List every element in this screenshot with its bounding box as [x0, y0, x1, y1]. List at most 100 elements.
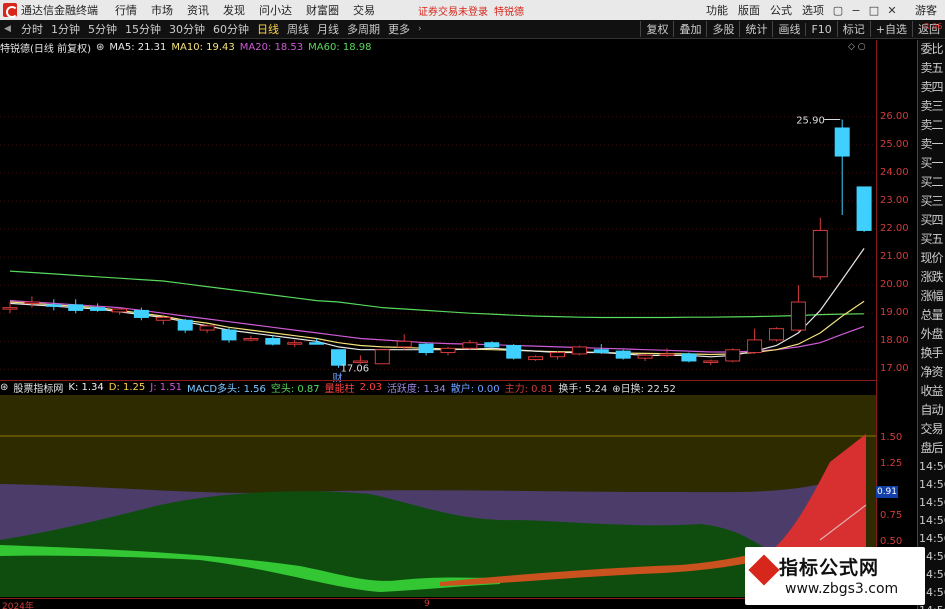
candle[interactable] [265, 335, 281, 346]
candle[interactable] [418, 342, 434, 356]
candle[interactable] [528, 355, 544, 361]
candle[interactable] [462, 339, 478, 350]
side-tab[interactable]: 卖五 [918, 59, 945, 78]
price-axis-label: 22.00 [880, 223, 909, 235]
candle[interactable] [550, 351, 565, 360]
k-value: K: 1.34 [68, 382, 104, 393]
candle[interactable] [90, 303, 106, 312]
candle[interactable] [506, 344, 522, 360]
side-tab[interactable]: 换手 [918, 344, 945, 363]
sanhu-value: 散户: 0.00 [450, 384, 500, 394]
rihuan-value: ⊕日换: 22.52 [612, 384, 676, 394]
side-tab[interactable]: 现价 [918, 249, 945, 268]
price-axis-label: 18.00 [880, 335, 909, 347]
side-tab[interactable]: 买二 [918, 173, 945, 192]
candle[interactable] [615, 349, 631, 360]
side-tab[interactable]: 买一 [918, 154, 945, 173]
price-axis-label: 21.00 [880, 251, 909, 263]
side-tab[interactable]: 卖一 [918, 135, 945, 154]
candle[interactable] [725, 348, 741, 363]
candle[interactable] [834, 119, 850, 215]
candle[interactable] [571, 345, 587, 356]
side-tab[interactable]: 卖四 [918, 78, 945, 97]
candle[interactable] [440, 346, 456, 356]
candle[interactable] [177, 318, 193, 333]
candle[interactable] [396, 334, 412, 350]
j-value: J: 1.51 [150, 382, 183, 393]
add-favorite-button[interactable]: +自选 [869, 21, 912, 37]
candle-body [681, 353, 697, 362]
ma10-line [9, 300, 865, 356]
candle[interactable] [155, 314, 171, 325]
huoyue-value: 活跃度: 1.34 [386, 384, 446, 394]
settings-icon[interactable]: ⊛ [0, 382, 8, 393]
price-axis-label: 24.00 [880, 166, 909, 178]
candle-body [24, 301, 40, 305]
price-axis-label: 20.00 [880, 279, 909, 291]
candle[interactable] [593, 344, 609, 354]
candle[interactable] [812, 217, 828, 280]
macd-value: MACD多头: 1.56 [187, 384, 266, 394]
candle[interactable] [352, 355, 368, 364]
candle-body [834, 127, 850, 157]
liang-value: 2.03 [359, 382, 382, 393]
side-tab[interactable]: 总量 [918, 306, 945, 325]
side-tab[interactable]: 买三 [918, 192, 945, 211]
side-tab[interactable]: 盘后 [918, 439, 945, 458]
candle[interactable] [769, 327, 784, 342]
time-label-year: 2024年 [2, 602, 34, 609]
close-icon[interactable]: ✕ [885, 4, 899, 17]
side-tab[interactable]: 自动 [918, 401, 945, 420]
tick-time: 14:56 [919, 514, 945, 527]
candle-body [506, 345, 522, 359]
indicator-axis-label: 0.75 [880, 510, 903, 521]
indicator-name[interactable]: 股票指标网 [13, 381, 63, 394]
side-tab[interactable]: 交易 [918, 420, 945, 439]
candle[interactable] [46, 299, 62, 311]
candle-body [528, 356, 544, 361]
candle-body [484, 342, 500, 348]
side-tab[interactable]: 收益 [918, 382, 945, 401]
candle[interactable] [484, 341, 500, 349]
candle-body [265, 338, 281, 345]
candle[interactable] [243, 335, 259, 342]
side-tab[interactable]: 涨幅 [918, 287, 945, 306]
candle[interactable] [287, 339, 303, 347]
side-tab[interactable]: 买四 [918, 211, 945, 230]
candle-body [703, 360, 719, 363]
guest-label[interactable]: 游客 [915, 2, 937, 18]
candle-body [856, 186, 872, 231]
candle[interactable] [790, 285, 806, 332]
candle-body [747, 339, 763, 354]
candle[interactable] [374, 349, 390, 365]
candle-body [287, 342, 303, 345]
side-tab[interactable]: 委比 [918, 40, 945, 59]
side-tab[interactable]: 卖二 [918, 116, 945, 135]
side-tab[interactable]: 卖三 [918, 97, 945, 116]
side-tab[interactable]: 外盘 [918, 325, 945, 344]
candle-body [2, 307, 18, 310]
side-tab[interactable]: 买五 [918, 230, 945, 249]
candle-body [637, 354, 653, 359]
candle-body [133, 309, 149, 318]
candle[interactable] [24, 296, 40, 308]
huanshou-value: 换手: 5.24 [558, 384, 608, 394]
side-tab[interactable]: 涨跌 [918, 268, 945, 287]
candle[interactable] [747, 328, 763, 354]
candle-body [352, 360, 368, 363]
candle[interactable] [221, 327, 237, 343]
candle[interactable] [637, 353, 653, 361]
candle[interactable] [703, 359, 719, 366]
candle-body [90, 307, 106, 311]
kong-value: 空头: 0.87 [270, 384, 320, 394]
candle[interactable] [68, 299, 84, 314]
watermark-title: 指标公式网 [779, 557, 880, 579]
candle-body [374, 349, 390, 365]
candle-body [243, 338, 259, 341]
candle[interactable] [681, 352, 697, 363]
candle-body [309, 342, 325, 345]
kline-chart[interactable]: 25.90 17.06 财 [0, 0, 876, 598]
candle[interactable] [199, 324, 215, 333]
candle[interactable] [856, 186, 872, 232]
side-tab[interactable]: 净资 [918, 363, 945, 382]
